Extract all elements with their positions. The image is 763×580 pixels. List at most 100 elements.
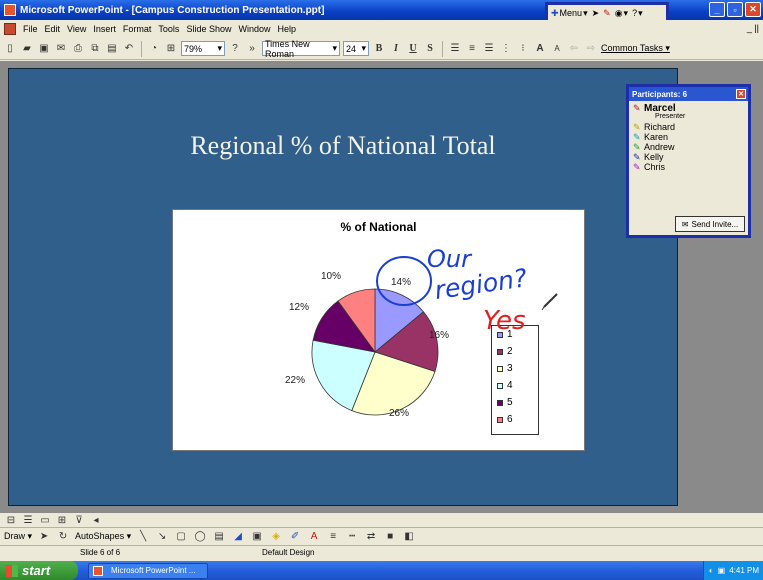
minimize-button[interactable]: _ — [709, 2, 725, 17]
line-icon[interactable]: ╲ — [136, 530, 150, 544]
increase-font-icon[interactable]: A — [533, 42, 547, 56]
promote-icon[interactable]: ⇦ — [567, 42, 581, 56]
autoshapes-menu-button[interactable]: AutoShapes ▾ — [75, 531, 131, 542]
design-template-status: Default Design — [262, 548, 315, 557]
chevron-down-icon: ▾ — [217, 43, 222, 53]
shadow-icon[interactable]: ■ — [383, 530, 397, 544]
common-tasks-button[interactable]: Common Tasks ▾ — [601, 43, 670, 54]
copy-icon[interactable]: ⧉ — [88, 42, 102, 56]
slide-canvas[interactable]: Regional % of National Total % of Nation… — [8, 68, 678, 506]
bullets-icon[interactable]: ⁝ — [516, 42, 530, 56]
powerpoint-app-icon — [93, 565, 103, 576]
oval-icon[interactable]: ◯ — [193, 530, 207, 544]
shadow-button[interactable]: S — [423, 42, 437, 56]
view-options-button[interactable]: ◉ ▾ — [615, 8, 628, 19]
start-button[interactable]: start — [0, 561, 78, 580]
participant-item[interactable]: ✎ Andrew — [633, 142, 744, 152]
menu-edit[interactable]: Edit — [45, 24, 61, 34]
participant-item[interactable]: ✎ Karen — [633, 132, 744, 142]
select-objects-icon[interactable]: ➤ — [37, 530, 51, 544]
clip-art-icon[interactable]: ▣ — [250, 530, 264, 544]
fill-color-icon[interactable]: ◈ — [269, 530, 283, 544]
menu-insert[interactable]: Insert — [93, 24, 116, 34]
messenger-icon[interactable]: ▣ — [718, 566, 726, 575]
wordart-icon[interactable]: ◢ — [231, 530, 245, 544]
participant-name: Marcel — [644, 102, 676, 114]
participant-item[interactable]: ✎ Richard — [633, 122, 744, 132]
menu-slide-show[interactable]: Slide Show — [186, 24, 231, 34]
open-folder-icon[interactable]: ▰ — [20, 42, 34, 56]
arrow-icon[interactable]: ↘ — [155, 530, 169, 544]
font-name-select[interactable]: Times New Roman ▾ — [262, 38, 340, 59]
chart-object[interactable]: % of National 14% 16% 26% 22% 12% 10% 1 … — [172, 209, 585, 451]
italic-button[interactable]: I — [389, 42, 403, 56]
undo-icon[interactable]: ↶ — [122, 42, 136, 56]
align-center-icon[interactable]: ≡ — [465, 42, 479, 56]
pen-tool-button[interactable]: ✎ — [603, 8, 611, 19]
insert-table-icon[interactable]: ⊞ — [164, 42, 178, 56]
participant-item[interactable]: ✎ Marcel — [633, 102, 744, 114]
bold-button[interactable]: B — [372, 42, 386, 56]
scroll-left-icon[interactable]: ◂ — [89, 513, 103, 527]
menu-format[interactable]: Format — [123, 24, 152, 34]
slide-view-icon[interactable]: ▭ — [38, 513, 52, 527]
network-icon[interactable]: ◐ — [709, 566, 714, 575]
help-button[interactable]: ? ▾ — [632, 8, 643, 19]
email-icon[interactable]: ✉ — [54, 42, 68, 56]
chevron-down-icon: ▾ — [583, 7, 588, 18]
participants-list: ✎ Marcel Presenter ✎ Richard ✎ Karen ✎ Andre… — [629, 101, 748, 174]
line-style-icon[interactable]: ≡ — [326, 530, 340, 544]
text-box-icon[interactable]: ▤ — [212, 530, 226, 544]
chevron-down-icon: ▾ — [623, 7, 629, 18]
arrow-style-icon[interactable]: ⇄ — [364, 530, 378, 544]
dash-style-icon[interactable]: ┅ — [345, 530, 359, 544]
zoom-select[interactable]: 79% ▾ — [181, 41, 225, 56]
align-left-icon[interactable]: ☰ — [448, 42, 462, 56]
save-icon[interactable]: ▣ — [37, 42, 51, 56]
slide-sorter-icon[interactable]: ⊞ — [55, 513, 69, 527]
document-icon[interactable] — [4, 23, 16, 35]
menu-dropdown[interactable]: ✚ Menu ▾ — [551, 8, 588, 19]
slide-title[interactable]: Regional % of National Total — [9, 131, 677, 161]
maximize-button[interactable]: ▫ — [727, 2, 743, 17]
powerpoint-app-icon[interactable] — [4, 4, 16, 16]
font-name-value: Times New Roman — [265, 38, 310, 59]
print-icon[interactable]: ⎙ — [71, 42, 85, 56]
pen-icon: ✎ — [633, 152, 641, 162]
close-button[interactable]: ✕ — [745, 2, 761, 17]
pointer-tool-button[interactable]: ➤ — [592, 8, 600, 19]
menu-help[interactable]: Help — [277, 24, 296, 34]
menu-file[interactable]: File — [23, 24, 38, 34]
menu-tools[interactable]: Tools — [158, 24, 179, 34]
decrease-font-icon[interactable]: A — [550, 42, 564, 56]
draw-menu-button[interactable]: Draw ▾ — [4, 531, 32, 542]
participant-item[interactable]: ✎ Kelly — [633, 152, 744, 162]
document-window-controls[interactable]: _ || — [747, 23, 759, 33]
send-invite-button[interactable]: ✉ Send Invite... — [675, 216, 745, 232]
rectangle-icon[interactable]: ▢ — [174, 530, 188, 544]
menu-view[interactable]: View — [67, 24, 86, 34]
eye-icon: ◉ — [614, 7, 623, 18]
toolbar-overflow-icon[interactable]: » — [245, 42, 259, 56]
align-right-icon[interactable]: ☰ — [482, 42, 496, 56]
close-icon[interactable]: ✕ — [736, 89, 746, 99]
free-rotate-icon[interactable]: ↻ — [56, 530, 70, 544]
normal-view-icon[interactable]: ⊟ — [4, 513, 18, 527]
paste-icon[interactable]: ▤ — [105, 42, 119, 56]
help-icon[interactable]: ? — [228, 42, 242, 56]
demote-icon[interactable]: ⇨ — [584, 42, 598, 56]
font-color-icon[interactable]: A — [307, 530, 321, 544]
line-color-icon[interactable]: ✐ — [288, 530, 302, 544]
taskbar-item-powerpoint[interactable]: Microsoft PowerPoint ... — [88, 562, 208, 579]
slide-show-icon[interactable]: ⊽ — [72, 513, 86, 527]
new-document-icon[interactable]: ▯ — [3, 42, 17, 56]
menu-window[interactable]: Window — [238, 24, 270, 34]
insert-chart-icon[interactable]: ◔ — [147, 42, 161, 56]
3d-icon[interactable]: ◧ — [402, 530, 416, 544]
participant-item[interactable]: ✎ Chris — [633, 162, 744, 172]
outline-view-icon[interactable]: ☰ — [21, 513, 35, 527]
numbering-icon[interactable]: ⋮ — [499, 42, 513, 56]
font-size-select[interactable]: 24 ▾ — [343, 41, 369, 56]
underline-button[interactable]: U — [406, 42, 420, 56]
pie-data-label: 12% — [289, 302, 310, 313]
